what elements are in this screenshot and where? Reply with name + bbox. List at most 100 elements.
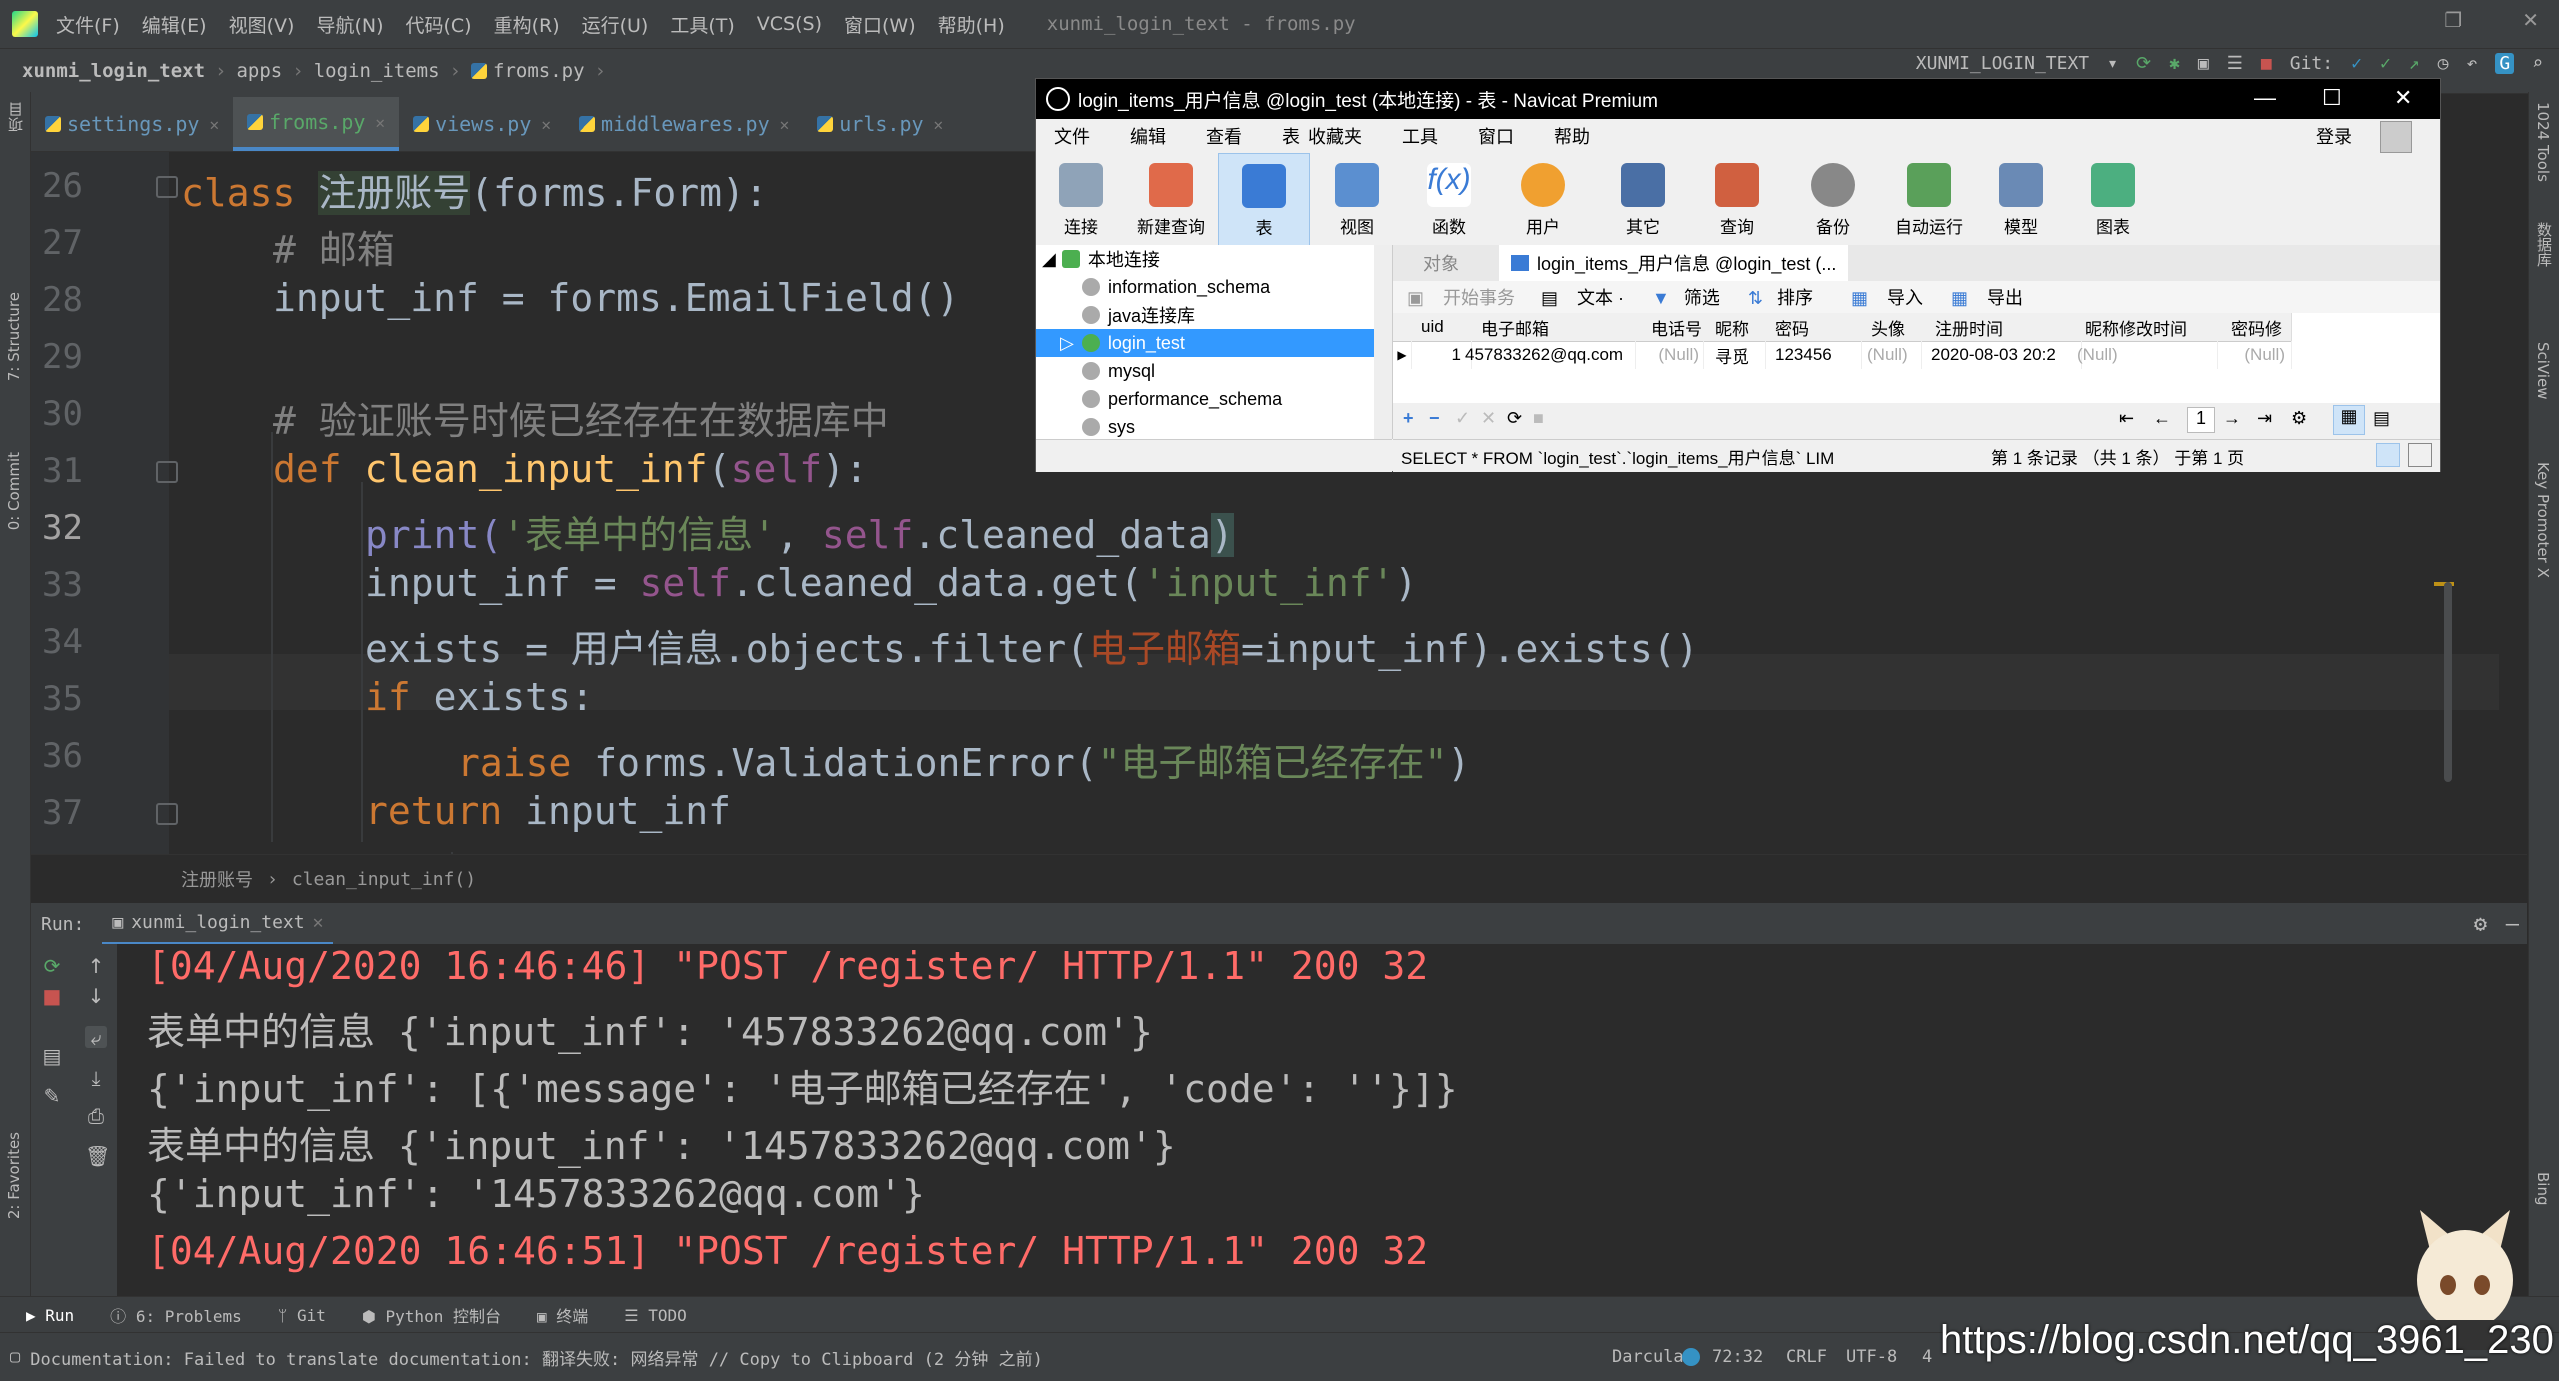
column-header[interactable]: 密码修 [2225, 313, 2292, 342]
tree-db-performance-schema[interactable]: performance_schema [1082, 385, 1282, 413]
toolbar-autorun-button[interactable]: 自动运行 [1884, 153, 1974, 245]
toolbar-view-button[interactable]: 视图 [1312, 153, 1402, 245]
column-header[interactable]: 电话号 [1641, 313, 1710, 342]
menu-window[interactable]: 窗口(W) [844, 11, 916, 38]
favorites-tool-tab[interactable]: 2: Favorites [5, 1132, 23, 1219]
run-console-output[interactable]: [04/Aug/2020 16:46:46] "POST /register/ … [117, 944, 2527, 1296]
minimize-icon[interactable]: — [2506, 912, 2519, 937]
line-separator[interactable]: CRLF [1786, 1347, 1827, 1367]
discard-icon[interactable]: ✕ [1481, 408, 1496, 429]
tree-connection[interactable]: ◢ 本地连接 [1042, 245, 1160, 273]
chevron-down-icon[interactable]: ◢ [1042, 249, 1056, 270]
soft-wrap-icon[interactable]: ⤶ [85, 1026, 107, 1050]
filter-button[interactable]: ▼ 筛选 [1638, 284, 1720, 310]
last-page-icon[interactable]: ⇥ [2257, 408, 2272, 429]
navicat-menu-edit[interactable]: 编辑 [1130, 123, 1166, 149]
first-page-icon[interactable]: ⇤ [2119, 408, 2134, 429]
tool-tab-terminal[interactable]: ▣ 终端 [537, 1303, 588, 1327]
tree-db-mysql[interactable]: mysql [1082, 357, 1155, 385]
maximize-icon[interactable]: ☐ [2322, 85, 2342, 111]
tab-froms[interactable]: froms.py ✕ [233, 97, 400, 151]
project-tool-tab[interactable]: 项目 [5, 102, 26, 132]
column-header[interactable]: 昵称 [1709, 313, 1766, 342]
minimize-icon[interactable]: — [2254, 85, 2276, 111]
close-icon[interactable]: ✕ [780, 115, 790, 134]
layout-icon[interactable]: ▤ [41, 1044, 63, 1068]
tab-objects[interactable]: 对象 [1423, 250, 1459, 276]
grid-view-icon[interactable]: ▦ [2333, 405, 2365, 435]
table-cell[interactable]: (Null) [2225, 341, 2292, 369]
debug-icon[interactable]: ✱ [2169, 53, 2180, 74]
stop-icon[interactable]: ■ [2261, 53, 2272, 74]
key-promoter-tab[interactable]: Key Promoter X [2534, 462, 2552, 578]
navicat-menu-view[interactable]: 查看 [1206, 123, 1242, 149]
navicat-login[interactable]: 登录 [2316, 123, 2352, 149]
menu-tools[interactable]: 工具(T) [670, 11, 734, 38]
gear-icon[interactable]: ⚙ [2474, 912, 2487, 937]
panel-toggle-icon[interactable] [2408, 443, 2432, 467]
tab-settings[interactable]: settings.py ✕ [31, 97, 233, 151]
breadcrumb-login-items[interactable]: login_items [314, 60, 440, 82]
toolbar-function-button[interactable]: f(x) 函数 [1404, 153, 1494, 245]
tab-middlewares[interactable]: middlewares.py ✕ [565, 97, 803, 151]
git-commit-icon[interactable]: ✓ [2380, 53, 2391, 74]
menu-edit[interactable]: 编辑(E) [142, 11, 207, 38]
stop-icon[interactable]: ■ [41, 984, 63, 1008]
export-button[interactable]: ▦ 导出 [1937, 284, 2023, 310]
indent-setting[interactable]: 4 [1922, 1347, 1932, 1367]
page-number-input[interactable]: 1 [2187, 407, 2215, 433]
breadcrumb-file[interactable]: froms.py [493, 60, 585, 82]
tool-tab-problems[interactable]: ⓘ 6: Problems [110, 1303, 242, 1327]
structure-tool-tab[interactable]: 7: Structure [5, 292, 23, 381]
column-header[interactable]: 电子邮箱 [1471, 313, 1642, 342]
commit-tool-tab[interactable]: 0: Commit [5, 452, 23, 530]
table-cell[interactable]: 寻觅 [1709, 341, 1766, 369]
toolbar-user-button[interactable]: 用户 [1498, 153, 1588, 245]
tree-db-java[interactable]: java连接库 [1082, 301, 1195, 329]
toolbar-model-button[interactable]: 模型 [1976, 153, 2066, 245]
column-header[interactable]: 密码 [1765, 313, 1862, 342]
import-button[interactable]: ▦ 导入 [1837, 284, 1923, 310]
arrow-up-icon[interactable]: ↑ [85, 954, 107, 978]
run-config-selector[interactable]: XUNMI_LOGIN_TEXT [1916, 53, 2089, 74]
history-icon[interactable]: ◷ [2438, 53, 2449, 74]
avatar-icon[interactable] [2380, 121, 2412, 153]
table-cell[interactable]: (Null) [1641, 341, 1704, 369]
search-icon[interactable]: ⌕ [2532, 53, 2543, 74]
tool-tab-python-console[interactable]: ⬢ Python 控制台 [362, 1303, 501, 1327]
git-update-icon[interactable]: ✓ [2351, 53, 2362, 74]
menu-file[interactable]: 文件(F) [56, 11, 120, 38]
text-button[interactable]: ▤ 文本 · [1541, 284, 1624, 310]
column-header[interactable]: uid [1411, 313, 1472, 342]
toolbar-chart-button[interactable]: 图表 [2068, 153, 2158, 245]
close-icon[interactable]: ✕ [375, 113, 385, 132]
tool-tab-git[interactable]: ᛘ Git [278, 1306, 326, 1325]
tree-db-login-test[interactable]: ▷ login_test [1036, 329, 1392, 357]
menu-refactor[interactable]: 重构(R) [494, 11, 560, 38]
begin-transaction-button[interactable]: ▣ 开始事务 [1407, 284, 1515, 310]
scroll-end-icon[interactable]: ⤓ [85, 1066, 107, 1090]
fold-marker-icon[interactable] [156, 461, 178, 483]
rollback-icon[interactable]: ↶ [2466, 53, 2477, 74]
prev-page-icon[interactable]: ← [2153, 408, 2171, 429]
toolbar-backup-button[interactable]: 备份 [1788, 153, 1878, 245]
toolbar-other-button[interactable]: 其它 [1598, 153, 1688, 245]
tool-tab-run[interactable]: ▶ Run [26, 1306, 74, 1325]
chevron-right-icon[interactable]: ▷ [1060, 333, 1074, 354]
menu-navigate[interactable]: 导航(N) [316, 11, 383, 38]
print-icon[interactable]: ⎙ [85, 1104, 107, 1128]
close-icon[interactable]: ✕ [2522, 8, 2539, 32]
column-header[interactable]: 昵称修改时间 [2075, 313, 2226, 342]
panel-toggle-icon[interactable] [2376, 443, 2400, 467]
arrow-down-icon[interactable]: ↓ [85, 984, 107, 1008]
toolbar-table-button[interactable]: 表 [1218, 153, 1310, 247]
coverage-icon[interactable]: ▣ [2198, 53, 2209, 74]
menu-run[interactable]: 运行(U) [582, 11, 649, 38]
rerun-icon[interactable]: ⟳ [41, 954, 63, 978]
status-message[interactable]: Documentation: Failed to translate docum… [30, 1345, 1043, 1370]
fold-marker-icon[interactable] [156, 803, 178, 825]
toolbar-new-query-button[interactable]: 新建查询 [1126, 153, 1216, 245]
navicat-menu-tools[interactable]: 工具 [1402, 123, 1438, 149]
tree-scrollbar[interactable] [1374, 245, 1392, 439]
next-page-icon[interactable]: → [2223, 408, 2241, 429]
